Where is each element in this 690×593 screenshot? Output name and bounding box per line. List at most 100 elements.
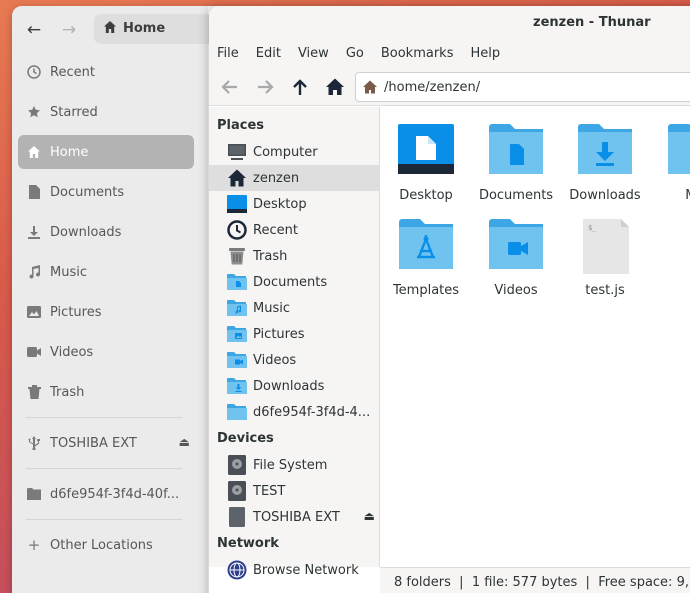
sidebar-item-label: Documents bbox=[253, 274, 328, 290]
up-button[interactable] bbox=[287, 74, 313, 100]
forward-arrow-icon[interactable]: → bbox=[57, 18, 81, 42]
sidebar-item-label: Desktop bbox=[253, 196, 307, 212]
videos-folder-icon bbox=[489, 219, 543, 269]
sidebar-item-label: Computer bbox=[253, 144, 318, 160]
file-item-desktop[interactable]: Desktop bbox=[381, 124, 471, 203]
sidebar-item-videos[interactable]: Videos bbox=[209, 347, 379, 373]
picture-icon bbox=[26, 304, 42, 320]
sidebar-item-label: File System bbox=[253, 457, 328, 473]
eject-icon[interactable]: ⏏ bbox=[364, 509, 375, 523]
file-name: Videos bbox=[494, 283, 538, 298]
nautilus-sidebar-other-locations[interactable]: + Other Locations bbox=[18, 528, 194, 562]
title-bar[interactable]: zenzen - Thunar bbox=[209, 6, 690, 40]
menu-view[interactable]: View bbox=[298, 40, 329, 68]
sidebar-item-label: TEST bbox=[253, 483, 286, 499]
back-arrow-icon bbox=[221, 80, 237, 94]
nautilus-sidebar-item-downloads[interactable]: Downloads bbox=[18, 215, 194, 249]
sidebar-item-downloads[interactable]: Downloads bbox=[209, 373, 379, 399]
nautilus-sidebar-item-starred[interactable]: Starred bbox=[18, 95, 194, 129]
nautilus-sidebar-item-trash[interactable]: Trash bbox=[18, 375, 194, 409]
sidebar-item-label: zenzen bbox=[253, 170, 300, 186]
thunar-window: zenzen - Thunar File Edit View Go Bookma… bbox=[209, 6, 690, 593]
file-item-videos[interactable]: Videos bbox=[471, 219, 561, 298]
thunar-sidebar: Places Computer zenzen Desktop Recent Tr… bbox=[209, 107, 380, 580]
sidebar-item-browse-network[interactable]: Browse Network bbox=[209, 557, 379, 583]
nautilus-sidebar-item-videos[interactable]: Videos bbox=[18, 335, 194, 369]
sidebar-item-desktop[interactable]: Desktop bbox=[209, 191, 379, 217]
sidebar-item-trash[interactable]: Trash bbox=[209, 243, 379, 269]
window-title: zenzen - Thunar bbox=[533, 15, 651, 30]
menu-edit[interactable]: Edit bbox=[256, 40, 281, 68]
sidebar-item-toshiba[interactable]: TOSHIBA EXT ⏏ bbox=[209, 504, 379, 530]
file-name: Templates bbox=[392, 283, 460, 298]
network-icon bbox=[227, 560, 247, 580]
clock-icon bbox=[227, 220, 247, 240]
folder-documents-icon bbox=[227, 274, 247, 290]
sidebar-item-volume-folder[interactable]: d6fe954f-3f4d-4... bbox=[209, 399, 379, 425]
location-text: /home/zenzen/ bbox=[384, 79, 481, 95]
file-item-documents[interactable]: Documents bbox=[471, 124, 561, 203]
sidebar-item-pictures[interactable]: Pictures bbox=[209, 321, 379, 347]
home-button[interactable] bbox=[322, 74, 348, 100]
file-name: Documents bbox=[478, 188, 554, 203]
music-folder-icon bbox=[668, 124, 690, 174]
menu-bar: File Edit View Go Bookmarks Help bbox=[209, 40, 690, 68]
toolbar: /home/zenzen/ bbox=[209, 68, 690, 106]
nautilus-sidebar-label: Trash bbox=[50, 384, 85, 400]
usb-icon bbox=[26, 435, 42, 451]
sidebar-item-music[interactable]: Music bbox=[209, 295, 379, 321]
location-bar[interactable]: /home/zenzen/ bbox=[355, 72, 690, 102]
nautilus-sidebar-item-home[interactable]: Home bbox=[18, 135, 194, 169]
nautilus-sidebar-item-music[interactable]: Music bbox=[18, 255, 194, 289]
home-icon bbox=[228, 169, 246, 187]
folder-pictures-icon bbox=[227, 326, 247, 342]
menu-help[interactable]: Help bbox=[470, 40, 500, 68]
sidebar-item-label: Recent bbox=[253, 222, 298, 238]
file-item-templates[interactable]: Templates bbox=[381, 219, 471, 298]
sidebar-item-documents[interactable]: Documents bbox=[209, 269, 379, 295]
nautilus-sidebar-item-documents[interactable]: Documents bbox=[18, 175, 194, 209]
file-view[interactable]: Desktop Documents Downloads Mu Templates… bbox=[380, 107, 690, 567]
sidebar-item-test[interactable]: TEST bbox=[209, 478, 379, 504]
drive-icon bbox=[228, 481, 246, 501]
home-icon bbox=[26, 144, 42, 160]
drive-icon bbox=[228, 455, 246, 475]
home-icon bbox=[104, 21, 116, 33]
computer-icon bbox=[228, 144, 246, 160]
script-file-icon: $_ bbox=[583, 219, 629, 274]
nautilus-sidebar-label: Starred bbox=[50, 104, 98, 120]
menu-go[interactable]: Go bbox=[346, 40, 364, 68]
sidebar-item-label: Downloads bbox=[253, 378, 325, 394]
nautilus-sidebar-item-pictures[interactable]: Pictures bbox=[18, 295, 194, 329]
sidebar-item-filesystem[interactable]: File System bbox=[209, 452, 379, 478]
status-text: 8 folders | 1 file: 577 bytes | Free spa… bbox=[394, 575, 690, 590]
nautilus-sidebar-label: Recent bbox=[50, 64, 95, 80]
nautilus-sidebar-label: Music bbox=[50, 264, 87, 280]
menu-bookmarks[interactable]: Bookmarks bbox=[381, 40, 454, 68]
file-item-music[interactable]: Mu bbox=[650, 124, 690, 203]
nautilus-sidebar-label: Documents bbox=[50, 184, 125, 200]
nautilus-sidebar-item-toshiba[interactable]: TOSHIBA EXT ⏏ bbox=[18, 426, 194, 460]
documents-folder-icon bbox=[489, 124, 543, 174]
download-icon bbox=[26, 224, 42, 240]
sidebar-item-label: Pictures bbox=[253, 326, 305, 342]
back-button[interactable] bbox=[217, 74, 243, 100]
network-header: Network bbox=[217, 536, 279, 551]
back-arrow-icon[interactable]: ← bbox=[22, 18, 46, 42]
sidebar-item-zenzen[interactable]: zenzen bbox=[209, 165, 379, 191]
nautilus-sidebar-item-volume[interactable]: d6fe954f-3f4d-40f... bbox=[18, 477, 194, 511]
nautilus-sidebar-label: Videos bbox=[50, 344, 94, 360]
file-item-downloads[interactable]: Downloads bbox=[560, 124, 650, 203]
nautilus-sidebar-item-recent[interactable]: Recent bbox=[18, 55, 194, 89]
devices-header: Devices bbox=[217, 431, 274, 446]
file-item-test-js[interactable]: $_ test.js bbox=[560, 219, 650, 298]
eject-icon[interactable]: ⏏ bbox=[179, 435, 190, 449]
templates-folder-icon bbox=[399, 219, 453, 269]
forward-button[interactable] bbox=[252, 74, 278, 100]
sidebar-item-recent[interactable]: Recent bbox=[209, 217, 379, 243]
clock-icon bbox=[26, 64, 42, 80]
menu-file[interactable]: File bbox=[217, 40, 239, 68]
sidebar-item-computer[interactable]: Computer bbox=[209, 139, 379, 165]
folder-icon bbox=[26, 486, 42, 502]
status-bar: 8 folders | 1 file: 577 bytes | Free spa… bbox=[380, 567, 690, 593]
